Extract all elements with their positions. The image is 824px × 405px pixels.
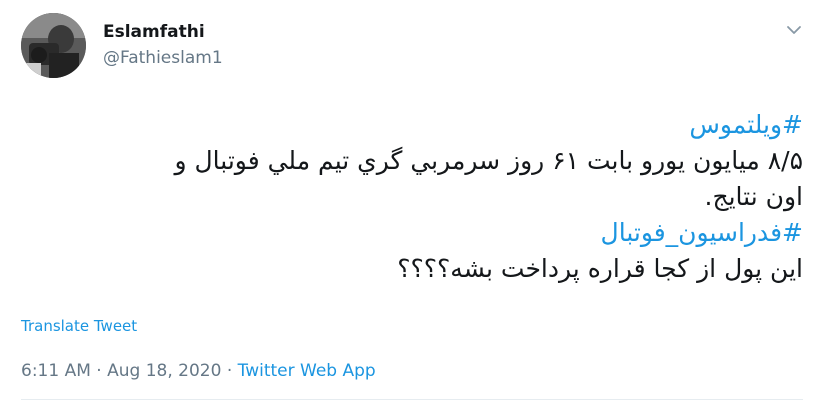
- hashtag-link[interactable]: #فدراسیون_فوتبال: [23, 215, 803, 251]
- divider: [21, 399, 803, 400]
- hashtag-link[interactable]: #ویلتموس: [23, 107, 803, 143]
- user-handle[interactable]: @Fathieslam1: [103, 48, 223, 68]
- tweet-time[interactable]: 6:11 AM: [21, 361, 91, 381]
- tweet-card: Eslamfathi @Fathieslam1 #ویلتموس ۸/۵ میا…: [0, 0, 824, 405]
- tweet-text-line: این پول از کجا قراره پرداخت بشه؟؟؟؟: [397, 254, 803, 283]
- meta-separator: ·: [90, 361, 108, 381]
- translate-tweet-link[interactable]: Translate Tweet: [21, 317, 137, 335]
- tweet-text-line: اون نتایج.: [704, 182, 804, 211]
- tweet-text-line: ۸/۵ میایون یورو بابت ۶۱ روز سرمربي گري ت…: [174, 146, 803, 175]
- meta-separator: ·: [221, 361, 238, 381]
- chevron-down-icon[interactable]: [784, 20, 804, 40]
- tweet-date[interactable]: Aug 18, 2020: [107, 361, 221, 381]
- tweet-source-link[interactable]: Twitter Web App: [238, 361, 376, 381]
- user-display-name[interactable]: Eslamfathi: [103, 22, 205, 42]
- avatar-photo: [21, 13, 86, 78]
- tweet-metadata: 6:11 AM · Aug 18, 2020 · Twitter Web App: [21, 361, 376, 381]
- avatar[interactable]: [21, 13, 86, 78]
- tweet-text: #ویلتموس ۸/۵ میایون یورو بابت ۶۱ روز سرم…: [23, 107, 803, 287]
